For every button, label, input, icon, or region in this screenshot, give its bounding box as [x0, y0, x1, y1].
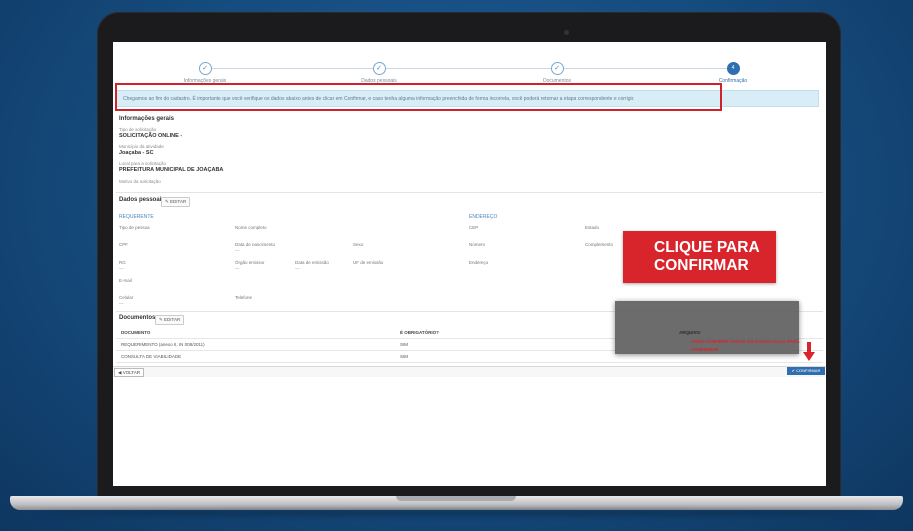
- laptop-notch: [396, 496, 516, 501]
- label-numero: Número: [469, 242, 486, 247]
- webcam-icon: [564, 30, 569, 35]
- label-nome: Nome completo: [235, 225, 267, 230]
- wizard-stepper: ✓ Informações gerais ✓ Dados pessoais ✓ …: [113, 42, 826, 86]
- col-header-obrigatorio: É OBRIGATÓRIO?: [400, 330, 439, 335]
- doc-required: SIM: [400, 354, 409, 359]
- label-nascimento: Data de nascimento: [235, 242, 276, 247]
- label-orgao: Órgão emissor: [235, 260, 265, 265]
- check-icon: ✔: [791, 368, 795, 373]
- label-uf: UF de emissão: [353, 260, 384, 265]
- instruction-note: APÓS CONFERIR TODOS OS DADOS CLICK PARA …: [691, 339, 800, 352]
- field-label: Tipo de solicitação: [119, 127, 157, 132]
- edit-label: EDITAR: [164, 317, 181, 322]
- step-confirmacao[interactable]: 4 Confirmação: [673, 62, 793, 84]
- subhead-endereco: ENDEREÇO: [469, 214, 498, 220]
- doc-name: REQUERIMENTO (anexo II, IN 008/2011): [121, 342, 205, 347]
- field-value: SOLICITAÇÃO ONLINE -: [119, 133, 183, 139]
- subhead-requerente: REQUERENTE: [119, 214, 154, 220]
- confirm-button[interactable]: ✔ CONFIRMAR: [787, 367, 825, 375]
- check-icon: ✓: [372, 62, 386, 75]
- back-label: VOLTAR: [122, 370, 141, 375]
- arquivo-label: ARQUIVO: [679, 330, 701, 335]
- section-title-personal: Dados pessoais: [119, 197, 165, 203]
- label-cpf: CPF: [119, 242, 128, 247]
- pencil-icon: ✎: [159, 317, 163, 322]
- field-value: Joaçaba - SC: [119, 150, 154, 156]
- section-title-general: Informações gerais: [119, 116, 175, 122]
- label-estado: Estado: [585, 225, 600, 230]
- check-icon: ✓: [550, 62, 564, 75]
- value-nascimento: —: [235, 248, 240, 253]
- step-informacoes-gerais[interactable]: ✓ Informações gerais: [145, 62, 265, 84]
- step-number: 4: [726, 62, 740, 75]
- label-complemento: Complemento: [585, 242, 614, 247]
- value-celular: —: [119, 301, 124, 306]
- divider: [116, 192, 823, 193]
- app-screen: ✓ Informações gerais ✓ Dados pessoais ✓ …: [113, 42, 826, 486]
- col-header-documento: DOCUMENTO: [121, 330, 151, 335]
- confirm-label: CONFIRMAR: [796, 368, 821, 373]
- doc-required: SIM: [400, 342, 409, 347]
- label-telefone: Telefone: [235, 295, 253, 300]
- label-tipo-pessoa: Tipo de pessoa: [119, 225, 150, 230]
- label-data-emissao: Data de emissão: [295, 260, 329, 265]
- label-endereco: Endereço: [469, 260, 489, 265]
- check-icon: ✓: [198, 62, 212, 75]
- value-rg: —: [119, 266, 124, 271]
- step-dados-pessoais[interactable]: ✓ Dados pessoais: [319, 62, 439, 84]
- label-cep: CEP: [469, 225, 479, 230]
- action-bar: [113, 366, 826, 377]
- confirm-callout: CLIQUE PARA CONFIRMAR: [623, 231, 776, 283]
- value-data-emissao: —: [295, 266, 300, 271]
- field-label: Motivo da solicitação: [119, 179, 161, 184]
- stepper-line: [205, 68, 733, 69]
- edit-personal-button[interactable]: ✎ EDITAR: [161, 197, 191, 207]
- doc-name: CONSULTA DE VIABILIDADE: [121, 354, 182, 359]
- arrow-down-icon: [803, 342, 815, 361]
- label-celular: Celular: [119, 295, 134, 300]
- section-title-documents: Documentos: [119, 315, 156, 321]
- back-arrow-icon: ◀: [118, 370, 122, 375]
- label-rg: RG: [119, 260, 126, 265]
- back-button[interactable]: ◀ VOLTAR: [114, 368, 145, 377]
- field-value: PREFEITURA MUNICIPAL DE JOAÇABA: [119, 167, 224, 173]
- label-email: E-mail: [119, 278, 132, 283]
- edit-documents-button[interactable]: ✎ EDITAR: [155, 315, 185, 325]
- pencil-icon: ✎: [165, 199, 169, 204]
- step-documentos[interactable]: ✓ Documentos: [497, 62, 617, 84]
- field-label: Município da atividade: [119, 144, 164, 149]
- laptop-shadow: [40, 510, 873, 516]
- highlight-box: [115, 83, 722, 111]
- value-orgao: —: [235, 266, 240, 271]
- label-sexo: Sexo: [353, 242, 364, 247]
- field-label: Local para a solicitação: [119, 161, 167, 166]
- edit-label: EDITAR: [170, 199, 187, 204]
